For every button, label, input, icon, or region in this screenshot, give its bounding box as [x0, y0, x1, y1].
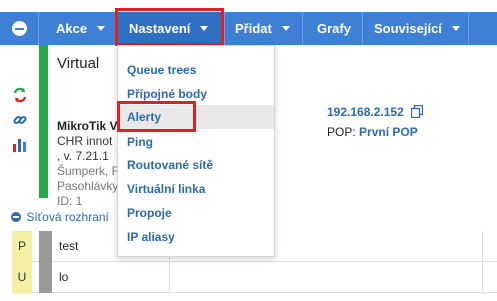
menu-item-ip-aliasy[interactable]: IP aliasy	[118, 225, 274, 249]
menu-item-virtualni-linka[interactable]: Virtuální linka	[118, 177, 274, 201]
bar-chart-icon[interactable]	[10, 135, 30, 155]
chevron-down-icon	[97, 26, 106, 32]
status-cell	[39, 262, 52, 293]
nav-grafy[interactable]: Grafy	[317, 12, 351, 45]
device-line2: CHR innot	[57, 134, 113, 148]
cell-divider	[482, 262, 483, 293]
nav-akce[interactable]: Akce	[56, 12, 106, 45]
nav-grafy-label: Grafy	[317, 21, 351, 36]
section-interfaces-title: Síťová rozhraní	[26, 210, 109, 224]
interface-name: lo	[59, 270, 69, 284]
pop-prefix: POP:	[327, 125, 356, 139]
collapse-icon[interactable]	[12, 21, 27, 36]
refresh-icon[interactable]	[10, 85, 30, 105]
device-details: MikroTik V CHR innot , v. 7.21.1 Šumperk…	[57, 119, 119, 209]
link-icon[interactable]	[10, 110, 30, 130]
nav-pridat-label: Přidat	[235, 21, 272, 36]
interface-name: test	[59, 239, 79, 253]
nav-souvisejici[interactable]: Související	[374, 12, 460, 45]
nav-akce-label: Akce	[56, 21, 88, 36]
nav-divider	[302, 12, 303, 45]
nav-souvisejici-label: Související	[374, 21, 442, 36]
menu-item-queue-trees[interactable]: Queue trees	[118, 58, 274, 82]
nav-divider	[224, 12, 225, 45]
top-navbar: Akce Přidat Grafy Související	[0, 12, 497, 45]
left-toolbar	[10, 85, 32, 160]
ip-address[interactable]: 192.168.2.152	[327, 105, 404, 119]
device-address: Pasohlávky	[57, 179, 119, 193]
device-title: Virtual	[57, 55, 100, 72]
menu-item-routovane-site[interactable]: Routované sítě	[118, 153, 274, 177]
table-row[interactable]: U lo	[12, 262, 497, 293]
cell-divider	[482, 231, 483, 262]
chevron-down-icon	[281, 26, 290, 32]
page: Akce Přidat Grafy Související Nastavení	[0, 0, 497, 301]
device-model: MikroTik V	[57, 119, 118, 133]
interface-badge: U	[12, 262, 32, 293]
nav-divider	[38, 12, 39, 45]
pop-info: POP: První POP	[327, 125, 418, 139]
pop-link[interactable]: První POP	[359, 125, 418, 139]
section-interfaces[interactable]: Síťová rozhraní	[11, 210, 109, 224]
cell-divider	[169, 262, 170, 293]
copy-icon[interactable]	[410, 104, 424, 121]
menu-item-propoje[interactable]: Propoje	[118, 201, 274, 225]
alerty-highlight	[117, 101, 196, 132]
device-id: ID: 1	[57, 194, 83, 208]
nav-divider	[468, 12, 469, 45]
status-bar	[39, 45, 48, 198]
ip-block: 192.168.2.152	[327, 104, 424, 121]
chevron-down-icon	[451, 26, 460, 32]
device-location: Šumperk, F	[57, 164, 120, 178]
menu-item-ping[interactable]: Ping	[118, 130, 274, 154]
device-line3: , v. 7.21.1	[57, 149, 109, 163]
device-header: Virtual	[57, 55, 99, 72]
collapse-section-icon[interactable]	[11, 212, 21, 222]
interface-badge: P	[12, 231, 32, 262]
nav-pridat[interactable]: Přidat	[235, 12, 290, 45]
nastaveni-dropdown-menu: Queue trees Přípojné body Alerty Ping Ro…	[117, 45, 275, 257]
nav-nastaveni-highlight	[115, 8, 224, 46]
nav-divider	[362, 12, 363, 45]
status-cell	[39, 231, 52, 262]
